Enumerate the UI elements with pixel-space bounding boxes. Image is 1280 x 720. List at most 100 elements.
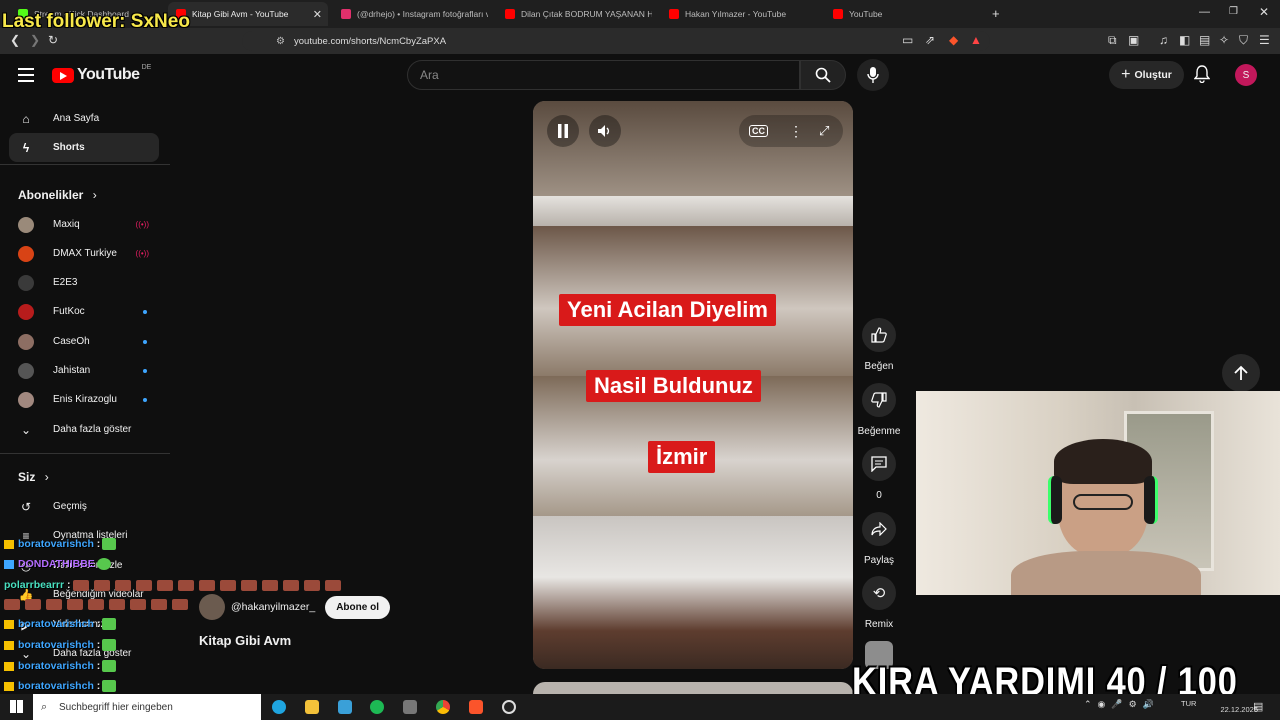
- chat-text: :: [96, 618, 101, 630]
- spotify-icon[interactable]: [370, 700, 384, 714]
- sidebar-item-label: Maxiq: [53, 219, 80, 230]
- sidebar-show-more[interactable]: ⌄ Daha fazla göster: [9, 415, 159, 444]
- mall-railing: [533, 196, 853, 226]
- sidebar-item-home[interactable]: ⌂ Ana Sayfa: [9, 104, 159, 133]
- tab-instagram[interactable]: (@drhejo) • Instagram fotoğrafları ve: [333, 2, 488, 26]
- brave-rewards-icon[interactable]: ▲: [970, 33, 982, 47]
- site-info-icon[interactable]: ⚙: [276, 36, 285, 47]
- chevron-down-icon: ⌄: [20, 422, 32, 437]
- sidebar-channel-e2e3[interactable]: E2E3: [9, 268, 159, 297]
- system-tray-icons[interactable]: ⌃◉🎤⚙🔊: [1084, 699, 1160, 710]
- channel-name[interactable]: @hakanyilmazer_: [231, 601, 315, 613]
- subscriptions-heading[interactable]: Abonelikler ›: [18, 188, 97, 202]
- sidebar-channel-maxiq[interactable]: Maxiq ((•)): [9, 210, 159, 239]
- short-video-player[interactable]: CC ⋮ ⤢ Yeni Acilan Diyelim Nasil Buldunu…: [533, 101, 853, 669]
- windows-taskbar: ⌕ Suchbegriff hier eingeben ⌃◉🎤⚙🔊 TUR 22…: [0, 694, 1280, 720]
- pause-button[interactable]: [547, 115, 579, 147]
- reload-icon[interactable]: ↻: [48, 33, 58, 47]
- like-button[interactable]: Beğen: [862, 318, 896, 372]
- create-button[interactable]: + Oluştur: [1109, 61, 1184, 89]
- back-icon[interactable]: ❮: [10, 33, 20, 47]
- account-avatar[interactable]: S: [1235, 64, 1257, 86]
- sidebar-item-shorts[interactable]: ϟ Shorts: [9, 133, 159, 162]
- search-button[interactable]: [800, 60, 846, 90]
- notification-center-icon[interactable]: ▤: [1253, 700, 1263, 713]
- screenshot-icon[interactable]: ▣: [1128, 33, 1139, 47]
- comments-button[interactable]: 0: [862, 447, 896, 501]
- input-language[interactable]: TUR: [1181, 699, 1196, 708]
- share-icon[interactable]: ⇗: [925, 33, 935, 47]
- you-heading[interactable]: Siz ›: [18, 470, 49, 484]
- sidebar-channel-jahistan[interactable]: Jahistan: [9, 356, 159, 385]
- sidebar-channel-caseoh[interactable]: CaseOh: [9, 327, 159, 356]
- tab-label: (@drhejo) • Instagram fotoğrafları ve: [357, 9, 488, 19]
- menu-icon[interactable]: ☰: [1259, 33, 1270, 47]
- ai-icon[interactable]: ✧: [1219, 33, 1229, 47]
- taskbar-search-input[interactable]: ⌕ Suchbegriff hier eingeben: [33, 694, 261, 720]
- more-options-icon[interactable]: ⋮: [789, 123, 803, 140]
- dislike-label: Beğenme: [857, 426, 901, 437]
- history-icon: ↺: [20, 499, 32, 514]
- chat-badge-icon: [4, 539, 14, 549]
- remix-button[interactable]: ⟲ Remix: [862, 576, 896, 630]
- forward-icon[interactable]: ❯: [30, 33, 40, 47]
- chat-emote-row: [4, 598, 193, 610]
- minimize-icon[interactable]: —: [1199, 6, 1210, 18]
- sidebar-channel-futkoc[interactable]: FutKoc: [9, 297, 159, 326]
- close-window-icon[interactable]: ✕: [1259, 5, 1269, 19]
- home-icon: ⌂: [22, 111, 30, 126]
- calculator-icon[interactable]: [403, 700, 417, 714]
- hamburger-menu-icon[interactable]: [18, 68, 34, 82]
- sidebar-channel-enis-kirazoglu[interactable]: Enis Kirazoglu: [9, 385, 159, 414]
- sidebar-toggle-icon[interactable]: ◧: [1179, 33, 1190, 47]
- next-short-preview[interactable]: [533, 682, 853, 694]
- sidebar-item-history[interactable]: ↺ Geçmiş: [9, 492, 159, 521]
- windows-start-icon[interactable]: [10, 700, 23, 713]
- sidebar-channel-dmax[interactable]: DMAX Turkiye ((•)): [9, 239, 159, 268]
- chat-text: :: [96, 680, 101, 692]
- file-explorer-icon[interactable]: [305, 700, 319, 714]
- dislike-button[interactable]: Beğenme: [858, 383, 900, 437]
- create-label: Oluştur: [1134, 69, 1172, 81]
- notifications-button[interactable]: [1193, 65, 1211, 88]
- voice-search-button[interactable]: [857, 59, 889, 91]
- chrome-icon[interactable]: [436, 700, 450, 714]
- music-icon[interactable]: ♫: [1159, 33, 1168, 47]
- search-input[interactable]: Ara: [407, 60, 800, 90]
- volume-button[interactable]: [589, 115, 621, 147]
- captions-icon[interactable]: CC: [749, 125, 768, 137]
- vpn-icon[interactable]: ⛉: [1239, 33, 1248, 48]
- close-tab-icon[interactable]: ✕: [313, 8, 322, 21]
- short-title[interactable]: Kitap Gibi Avm: [199, 633, 291, 648]
- headphones: [1048, 476, 1062, 524]
- sidebar-item-label: Jahistan: [53, 365, 91, 376]
- restore-icon[interactable]: ❐: [1229, 6, 1238, 17]
- logo-text: YouTube: [77, 66, 140, 83]
- subscribe-button[interactable]: Abone ol: [325, 595, 390, 619]
- brave-shield-icon[interactable]: ◆: [949, 33, 958, 47]
- cast-icon[interactable]: ▭: [902, 33, 913, 47]
- fullscreen-icon[interactable]: ⤢: [819, 123, 829, 139]
- edge-icon[interactable]: [272, 700, 286, 714]
- emote-icon: [151, 598, 167, 610]
- sidebar-item-label: E2E3: [53, 277, 78, 288]
- tab-hakan-yilmazer[interactable]: Hakan Yılmazer - YouTube: [661, 2, 821, 26]
- channel-avatar[interactable]: [199, 594, 225, 620]
- obs-icon[interactable]: [502, 700, 516, 714]
- share-button[interactable]: Paylaş: [862, 512, 896, 566]
- tab-dilan-citak[interactable]: Dilan Çıtak BODRUM YAŞANAN Had: [497, 2, 652, 26]
- youtube-logo[interactable]: YouTube DE: [52, 64, 151, 84]
- tab-kitap-gibi-avm[interactable]: Kitap Gibi Avm - YouTube ✕: [168, 2, 328, 26]
- streamer-body: [1011, 551, 1201, 595]
- url-field[interactable]: ⚙ youtube.com/shorts/NcmCbyZaPXA: [242, 31, 990, 51]
- tab-youtube[interactable]: YouTube: [825, 2, 985, 26]
- wallet-icon[interactable]: ▤: [1199, 33, 1210, 47]
- emote-icon: [102, 660, 117, 673]
- chat-message: polarrbearrr :: [4, 579, 346, 591]
- brave-icon[interactable]: [469, 700, 483, 714]
- sidebar-item-label: DMAX Turkiye: [53, 248, 117, 259]
- new-tab-icon[interactable]: +: [992, 6, 1000, 21]
- previous-short-button[interactable]: [1222, 354, 1260, 392]
- extensions-icon[interactable]: ⧉: [1108, 33, 1117, 48]
- store-icon[interactable]: [338, 700, 352, 714]
